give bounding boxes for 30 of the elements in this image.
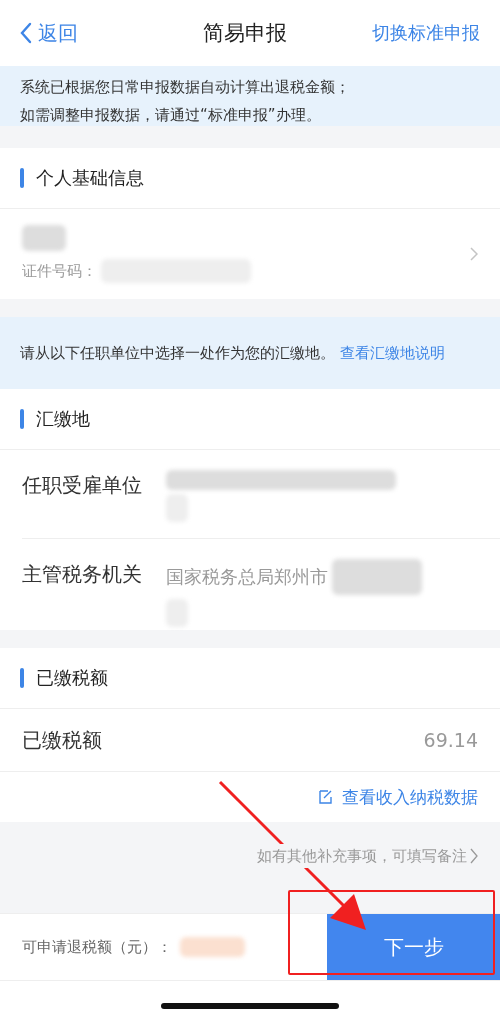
redacted-block	[22, 225, 66, 251]
redacted-block	[180, 937, 245, 957]
chevron-right-icon	[470, 247, 478, 261]
next-button[interactable]: 下一步	[327, 914, 500, 980]
personal-info-row[interactable]: 证件号码：	[0, 209, 500, 299]
id-label: 证件号码：	[22, 261, 97, 281]
view-income-link[interactable]: 查看收入纳税数据	[318, 785, 478, 809]
paid-amount: 69.14	[423, 729, 478, 751]
section-marker	[20, 168, 24, 188]
back-button[interactable]: 返回	[20, 19, 78, 47]
field-label: 已缴税额	[22, 727, 102, 754]
settlement-info-link[interactable]: 查看汇缴地说明	[339, 344, 445, 362]
notice-text: 系统已根据您日常申报数据自动计算出退税金额；	[20, 77, 351, 98]
section-marker	[20, 409, 24, 429]
back-chevron-icon	[20, 22, 32, 44]
notice-text: 如需调整申报数据，请通过“标准申报”办理。	[20, 105, 322, 126]
section-title: 已缴税额	[36, 666, 108, 690]
remarks-link[interactable]: 如有其他补充事项，可填写备注	[257, 844, 478, 868]
section-title: 个人基础信息	[36, 166, 144, 190]
field-value: 国家税务总局郑州市	[166, 565, 328, 589]
notice-text: 请从以下任职单位中选择一处作为您的汇缴地。 查看汇缴地说明	[20, 343, 446, 364]
switch-standard-link[interactable]: 切换标准申报	[372, 21, 480, 45]
refund-label: 可申请退税额（元）：	[22, 937, 172, 957]
edit-icon	[318, 789, 334, 805]
field-label: 任职受雇单位	[22, 472, 142, 499]
section-title: 汇缴地	[36, 407, 90, 431]
section-marker	[20, 668, 24, 688]
chevron-right-icon	[470, 848, 478, 864]
page-title: 简易申报	[202, 20, 287, 47]
field-label: 主管税务机关	[22, 561, 142, 588]
